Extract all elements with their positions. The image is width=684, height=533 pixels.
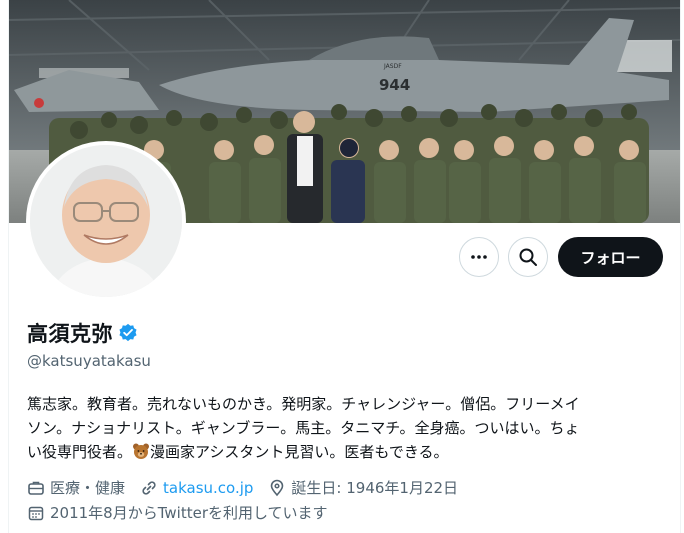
profile-meta: 医療・健康 takasu.co.jp 誕生日: 1946年1月22日 [27,477,473,498]
website-link[interactable]: takasu.co.jp [163,479,253,497]
profile-name-row: 高須克弥 [27,318,138,348]
bio-line-3: い役専門役者。 漫画家アシスタント見習い。医者もできる。 [27,440,667,465]
birthday-text: 誕生日: 1946年1月22日 [291,479,459,497]
profile-category: 医療・健康 [27,477,125,498]
profile-avatar[interactable] [26,141,186,301]
joined-text: 2011年8月からTwitterを利用しています [50,504,328,522]
briefcase-icon [28,481,44,495]
search-button[interactable] [508,237,548,277]
more-button[interactable] [459,237,499,277]
bio-line-3-end: 漫画家アシスタント見習い。医者もできる。 [150,443,449,461]
verified-badge-icon[interactable] [118,323,138,343]
bio-line-3-start: い役専門役者。 [27,443,133,461]
profile-page: 944 JASDF フォロー 高須克弥 @katsuyatakasu 篤志家。教… [0,0,684,533]
display-name: 高須克弥 [27,322,113,346]
profile-website[interactable]: takasu.co.jp [140,479,253,497]
jet-tail-number: 944 [379,76,410,94]
profile-handle: @katsuyatakasu [27,352,151,370]
bio-line-2: ソン。ナショナリスト。ギャンブラー。馬主。タニマチ。全身癌。ついはい。ちょ [27,419,580,437]
profile-birthday: 誕生日: 1946年1月22日 [268,477,458,498]
follow-button[interactable]: フォロー [558,237,663,277]
jet-nose-text: JASDF [383,63,402,70]
profile-bio: 篤志家。教育者。売れないものかき。発明家。チャレンジャー。僧侶。フリーメイ ソン… [27,392,667,465]
column-border-right [680,0,681,533]
bear-face-icon [132,441,150,465]
more-dots-icon [471,255,487,259]
location-pin-icon [271,479,284,496]
avatar-photo [30,145,182,297]
profile-joined: 2011年8月からTwitterを利用しています [27,502,328,523]
bio-line-1: 篤志家。教育者。売れないものかき。発明家。チャレンジャー。僧侶。フリーメイ [27,395,580,413]
category-text: 医療・健康 [50,479,126,497]
search-icon [519,248,537,266]
link-icon [142,480,156,495]
calendar-icon [28,506,44,520]
